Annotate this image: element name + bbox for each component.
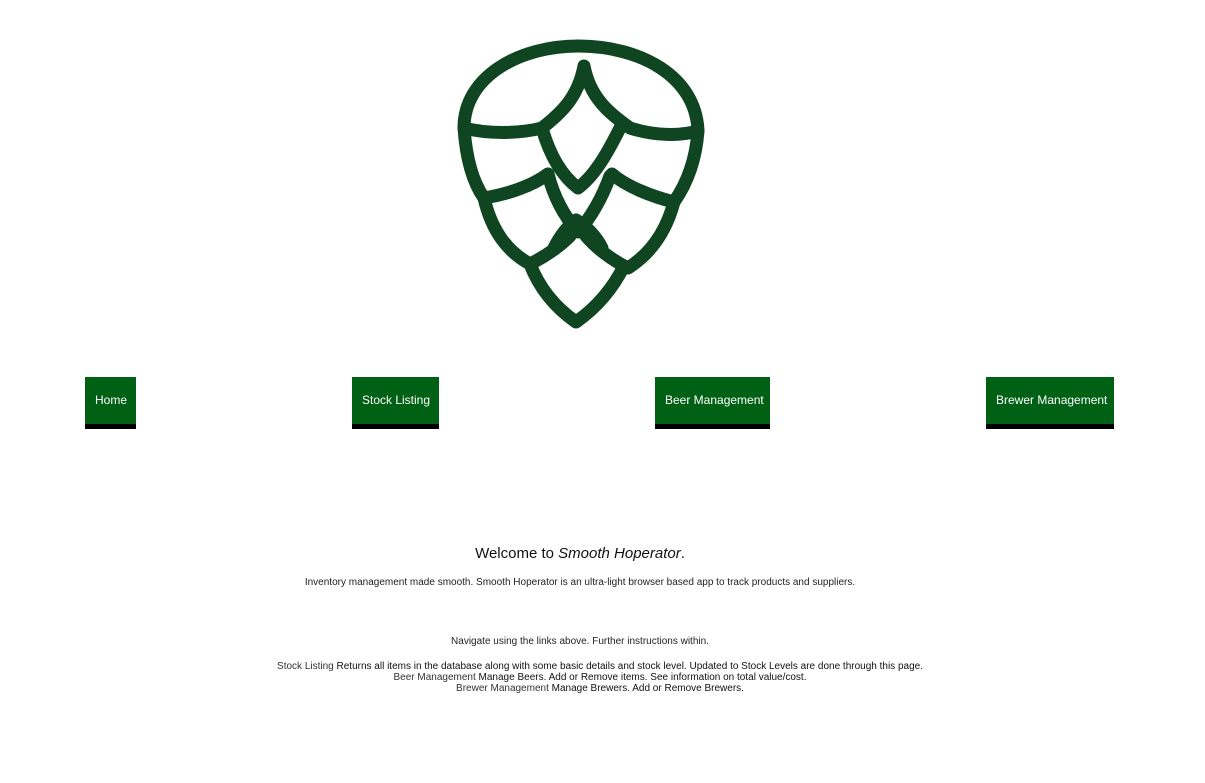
page: Home Stock Listing Beer Management Brewe…	[0, 0, 1205, 783]
app-name: Smooth Hoperator	[558, 545, 681, 562]
tagline: Inventory management made smooth. Smooth…	[304, 577, 856, 588]
instruction-name: Brewer Management	[456, 683, 549, 694]
main-nav: Home Stock Listing Beer Management Brewe…	[0, 377, 1205, 429]
instruction-name: Beer Management	[393, 672, 476, 683]
welcome-prefix: Welcome to	[475, 545, 559, 562]
instruction-text: Manage Brewers. Add or Remove Brewers.	[548, 683, 744, 694]
instruction-stock-listing: Stock Listing Returns all items in the d…	[0, 661, 1200, 672]
nav-beer-management-button[interactable]: Beer Management	[655, 377, 770, 429]
welcome-heading: Welcome to Smooth Hoperator.	[0, 545, 1160, 562]
instruction-text: Manage Beers. Add or Remove items. See i…	[475, 672, 807, 683]
instruction-beer-management: Beer Management Manage Beers. Add or Rem…	[0, 672, 1200, 683]
instruction-name: Stock Listing	[277, 661, 334, 672]
nav-stock-listing-button[interactable]: Stock Listing	[352, 377, 439, 429]
welcome-suffix: .	[680, 545, 685, 562]
nav-brewer-management-button[interactable]: Brewer Management	[986, 377, 1114, 429]
nav-home-button[interactable]: Home	[85, 377, 136, 429]
instructions-list: Stock Listing Returns all items in the d…	[0, 661, 1200, 694]
instruction-brewer-management: Brewer Management Manage Brewers. Add or…	[0, 683, 1200, 694]
instruction-text: Returns all items in the database along …	[333, 661, 923, 672]
hop-cone-icon	[457, 39, 705, 329]
navigate-hint: Navigate using the links above. Further …	[451, 636, 709, 647]
